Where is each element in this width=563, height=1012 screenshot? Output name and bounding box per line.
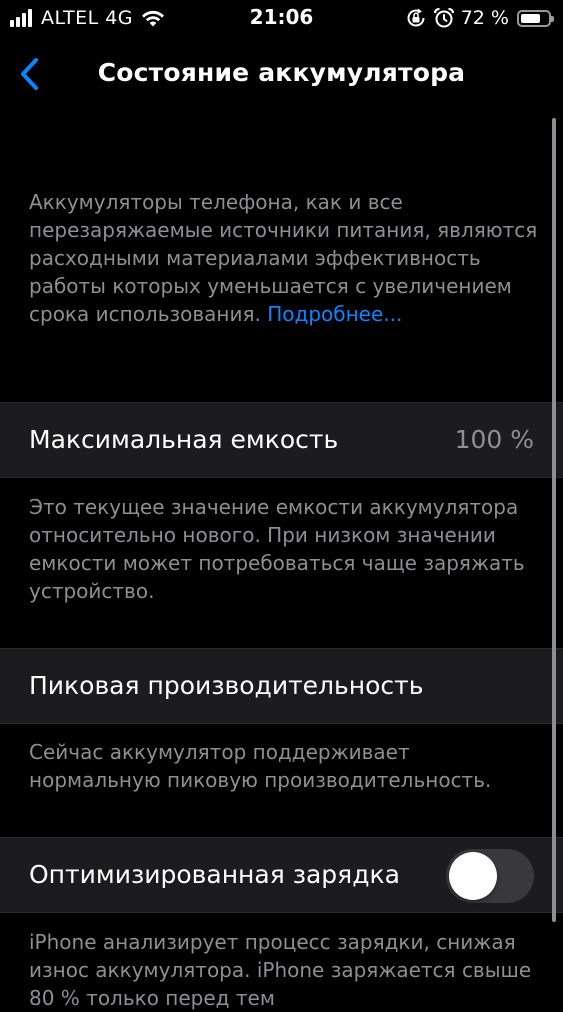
peak-performance-footnote: Сейчас аккумулятор поддерживает нормальн…: [29, 740, 492, 792]
max-capacity-footnote: Это текущее значение емкости аккумулятор…: [29, 495, 525, 603]
optimized-charging-toggle[interactable]: [446, 849, 534, 903]
max-capacity-value: 100 %: [454, 425, 534, 454]
alarm-icon: [433, 7, 454, 28]
status-bar-right: 72 %: [405, 6, 554, 30]
max-capacity-cell: Максимальная емкость 100 %: [0, 402, 563, 478]
optimized-charging-cell: Оптимизированная зарядка: [0, 837, 563, 913]
scroll-indicator[interactable]: [552, 118, 556, 922]
orientation-lock-icon: [407, 8, 425, 27]
max-capacity-label: Максимальная емкость: [29, 425, 339, 454]
navigation-bar: Состояние аккумулятора: [0, 48, 563, 100]
optimized-charging-footnote: iPhone анализирует процесс зарядки, сниж…: [29, 930, 532, 1010]
page-title: Состояние аккумулятора: [97, 58, 466, 87]
battery-fill: [521, 13, 540, 23]
intro-description: Аккумуляторы телефона, как и все перезар…: [29, 188, 539, 328]
toggle-knob: [449, 852, 497, 900]
peak-performance-label: Пиковая производительность: [29, 671, 424, 700]
status-bar: ALTEL 4G 21:06 72 %: [0, 0, 563, 36]
battery-percent: 72 %: [460, 7, 509, 29]
battery-nub: [551, 15, 554, 22]
peak-performance-cell: Пиковая производительность: [0, 648, 563, 724]
battery-icon: [517, 9, 554, 27]
learn-more-link[interactable]: Подробнее...: [267, 302, 402, 326]
optimized-charging-label: Оптимизированная зарядка: [29, 860, 400, 889]
